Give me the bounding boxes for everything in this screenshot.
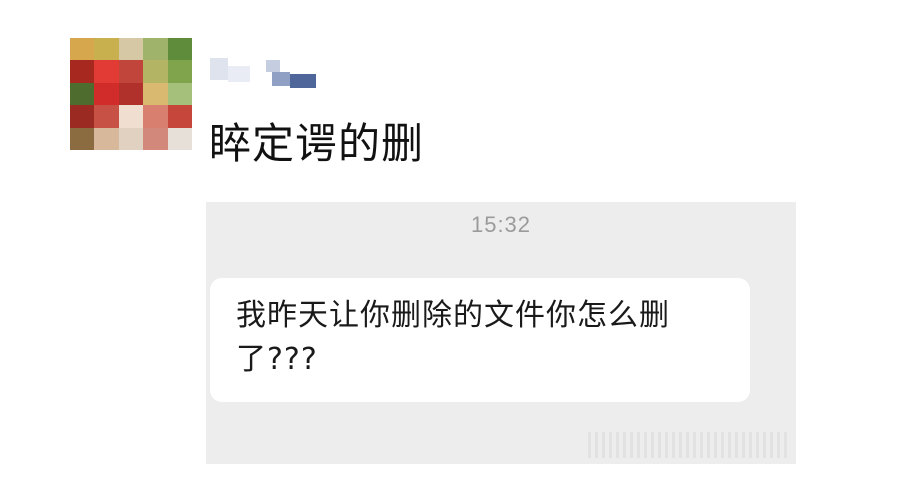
chat-timestamp: 15:32 [470, 212, 532, 237]
avatar-pixel [118, 127, 144, 150]
message-text: 我昨天让你删除的文件你怎么删了??? [236, 298, 670, 377]
avatar-pixel [167, 127, 192, 150]
avatar-pixel [70, 82, 95, 106]
avatar-pixel [118, 105, 144, 128]
post-screenshot: 睟定谔的删 15:32 我昨天让你删除的文件你怎么删了??? [0, 0, 919, 479]
avatar-pixel [70, 38, 95, 61]
username-blurred [210, 52, 320, 92]
avatar-pixel [94, 38, 119, 61]
avatar-pixel [70, 60, 95, 83]
avatar-pixel [94, 105, 119, 128]
watermark [588, 432, 788, 458]
avatar[interactable] [70, 38, 192, 150]
avatar-pixel [94, 60, 119, 83]
avatar-pixel [143, 82, 168, 106]
avatar-pixel [167, 60, 192, 83]
post-caption: 睟定谔的删 [209, 119, 425, 168]
avatar-pixel [143, 38, 168, 61]
avatar-pixel [118, 60, 144, 83]
chat-screenshot: 15:32 我昨天让你删除的文件你怎么删了??? [206, 202, 796, 464]
avatar-pixel [70, 105, 95, 128]
avatar-pixel [118, 82, 144, 106]
avatar-pixel [143, 127, 168, 150]
avatar-pixel [167, 38, 192, 61]
avatar-pixel [167, 105, 192, 128]
avatar-pixel [143, 105, 168, 128]
avatar-pixel [94, 127, 119, 150]
avatar-pixel [118, 38, 144, 61]
message-bubble[interactable]: 我昨天让你删除的文件你怎么删了??? [210, 278, 750, 402]
avatar-pixel [143, 60, 168, 83]
avatar-pixel [70, 127, 95, 150]
avatar-pixel [94, 82, 119, 106]
avatar-pixel [167, 82, 192, 106]
